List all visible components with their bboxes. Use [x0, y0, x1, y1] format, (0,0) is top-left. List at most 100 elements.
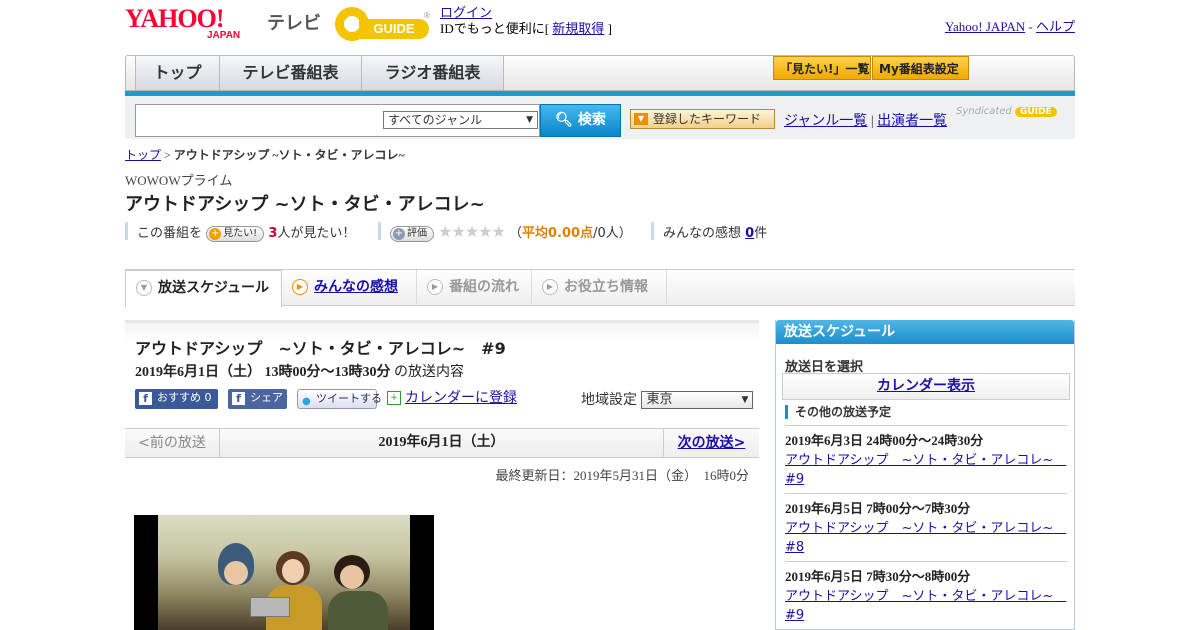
impressions-label: みんなの感想 — [663, 226, 742, 241]
rating-stars: ★★★★★ — [438, 222, 506, 241]
search-button-label: 検索 — [577, 112, 606, 128]
current-broadcast-date: 2019年6月1日（土） — [378, 435, 505, 450]
facebook-recommend-button[interactable]: f おすすめ 0 — [135, 389, 218, 409]
tab-program-flow-label: 番組の流れ — [449, 279, 519, 295]
performer-list-link[interactable]: 出演者一覧 — [877, 114, 947, 129]
breadcrumb-sep: > — [164, 148, 171, 162]
yahoo-logo-text: YAHOO! — [125, 4, 224, 33]
breadcrumb-home[interactable]: トップ — [125, 148, 161, 162]
triangle-down-icon: ▼ — [634, 113, 648, 125]
program-image — [134, 515, 434, 630]
tab-useful-info-label: お役立ち情報 — [564, 279, 648, 295]
schedule-item-date: 2019年6月3日 24時00分～24時30分 — [785, 433, 984, 448]
person-face — [340, 565, 364, 589]
page: YAHOO! JAPAN テレビ GUIDE ® ログイン IDでもっと便利に[… — [125, 0, 1075, 630]
region-select[interactable]: 東京 ▼ — [641, 391, 754, 409]
gguide-logo[interactable]: GUIDE ® — [333, 5, 431, 41]
facebook-icon: f — [139, 392, 152, 405]
top-links: Yahoo! JAPAN - ヘルプ — [945, 16, 1075, 35]
want-area: この番組を + 見たい! 3人が見たい！ — [137, 222, 355, 242]
login-link[interactable]: ログイン — [440, 5, 492, 20]
schedule-item-date: 2019年6月5日 7時30分～8時00分 — [785, 569, 971, 584]
episode-title: アウトドアシップ ~ソト・タビ・アレコレ~ #9 — [135, 339, 506, 358]
schedule-item: 2019年6月5日 7時30分～8時00分 アウトドアシップ ~ソト・タビ・アレ… — [785, 561, 1067, 625]
schedule-item-link[interactable]: アウトドアシップ ~ソト・タビ・アレコレ~ #9 — [785, 587, 1067, 625]
calendar-register[interactable]: + カレンダーに登録 — [387, 389, 517, 409]
gguide-text: GUIDE — [359, 19, 429, 39]
schedule-item-link[interactable]: アウトドアシップ ~ソト・タビ・アレコレ~ #9 — [785, 451, 1067, 489]
camp-stove — [250, 597, 290, 617]
play-icon: ▶ — [292, 279, 308, 295]
registered-keyword-button[interactable]: ▼ 登録したキーワード — [630, 109, 775, 129]
impressions-suffix: 件 — [754, 226, 768, 241]
search-links: ジャンル一覧 | 出演者一覧 — [784, 110, 947, 130]
calendar-display-button[interactable]: カレンダー表示 — [782, 373, 1070, 400]
meta-divider — [651, 222, 654, 240]
syndicated-label: Syndicated — [956, 106, 1012, 117]
breadcrumb-current: アウトドアシップ ~ソト・タビ・アレコレ~ — [173, 148, 405, 162]
schedule-item-link[interactable]: アウトドアシップ ~ソト・タビ・アレコレ~ #8 — [785, 519, 1067, 557]
global-nav: トップ テレビ番組表 ラジオ番組表 「見たい!」一覧 My番組表設定 — [125, 55, 1075, 91]
page-title: アウトドアシップ ~ソト・タビ・アレコレ~ — [125, 194, 485, 215]
tab-schedule[interactable]: ▼ 放送スケジュール — [125, 270, 282, 307]
rate-button[interactable]: + 評価 — [390, 225, 434, 242]
meta-divider — [378, 222, 381, 240]
facebook-share-button[interactable]: f シェア — [228, 389, 287, 409]
episode-datetime-suffix: の放送内容 — [394, 365, 464, 380]
prev-broadcast: <前の放送 — [125, 429, 220, 457]
breadcrumb: トップ > アウトドアシップ ~ソト・タビ・アレコレ~ — [125, 146, 405, 163]
calendar-register-link[interactable]: カレンダーに登録 — [405, 390, 517, 406]
schedule-item: 2019年6月3日 24時00分～24時30分 アウトドアシップ ~ソト・タビ・… — [785, 425, 1067, 489]
gguide-registered: ® — [423, 11, 431, 20]
facebook-icon: f — [232, 392, 245, 405]
person-body — [328, 591, 388, 630]
impressions-count[interactable]: 0 — [745, 226, 754, 241]
syndicated-gguide-logo: Syndicated GUIDE — [956, 106, 1057, 117]
dropdown-arrow-icon: ▼ — [526, 115, 533, 125]
play-icon: ▶ — [542, 279, 558, 295]
calendar-display-link[interactable]: カレンダー表示 — [877, 378, 975, 394]
program-image-scene — [158, 515, 410, 630]
schedule-item: 2019年6月5日 7時00分～7時30分 アウトドアシップ ~ソト・タビ・アレ… — [785, 493, 1067, 557]
sidebar-heading: 放送スケジュール — [776, 320, 1074, 344]
dropdown-arrow-icon: ▼ — [741, 395, 749, 405]
my-schedule-button[interactable]: My番組表設定 — [872, 56, 969, 80]
last-updated: 最終更新日：2019年5月31日（金） 16時0分 — [495, 468, 749, 483]
content-tabs: ▼ 放送スケジュール ▶ みんなの感想 ▶ 番組の流れ ▶ お役立ち情報 — [125, 269, 1075, 307]
login-prompt: IDでもっと便利に[ — [440, 21, 550, 36]
avg-open: （ — [509, 226, 523, 241]
tab-impressions-label[interactable]: みんなの感想 — [314, 279, 398, 295]
nav-tab-top[interactable]: トップ — [135, 56, 220, 90]
nav-tab-radio-schedule[interactable]: ラジオ番組表 — [362, 56, 504, 90]
help-link[interactable]: ヘルプ — [1036, 19, 1075, 34]
this-program-label: この番組を — [137, 226, 203, 241]
twitter-bird-icon: ● — [302, 396, 311, 407]
tab-impressions[interactable]: ▶ みんなの感想 — [282, 270, 417, 306]
episode-datetime-line: 2019年6月1日（土） 13時00分～13時30分 の放送内容 — [135, 361, 464, 381]
want-list-button[interactable]: 「見たい!」一覧 — [773, 56, 871, 80]
tweet-button[interactable]: ● ツイートする — [297, 389, 382, 409]
want-button-label: 見たい! — [223, 227, 258, 239]
plus-icon: + — [393, 227, 405, 240]
calendar-plus-icon: + — [387, 391, 401, 405]
genre-select[interactable]: すべてのジャンル ▼ — [383, 111, 538, 129]
meta-divider — [125, 222, 128, 240]
nav-tab-tv-schedule[interactable]: テレビ番組表 — [220, 56, 362, 90]
search-button[interactable]: 🔍︎ 検索 — [540, 104, 621, 137]
genre-list-link[interactable]: ジャンル一覧 — [784, 114, 867, 129]
signup-link[interactable]: 新規取得 — [552, 21, 604, 36]
region-selected: 東京 — [646, 392, 673, 407]
yahoo-japan-link[interactable]: Yahoo! JAPAN — [945, 19, 1025, 34]
tab-program-flow: ▶ 番組の流れ — [417, 270, 532, 306]
want-button[interactable]: + 見たい! — [206, 225, 265, 242]
rating-area: + 評価 ★★★★★ （平均0.00点/0人） — [390, 222, 632, 242]
program-meta: この番組を + 見たい! 3人が見たい！ + 評価 ★★★★★ （平均0.00点/0… — [125, 220, 1075, 242]
want-count: 3 — [268, 226, 278, 241]
syndicated-brand: GUIDE — [1014, 107, 1057, 117]
yahoo-japan-logo[interactable]: YAHOO! JAPAN テレビ — [125, 4, 321, 42]
top-links-sep: - — [1028, 19, 1033, 34]
avg-score: 平均0.00点 — [522, 226, 594, 241]
want-suffix: 人が見たい！ — [277, 226, 356, 241]
next-broadcast-link[interactable]: 次の放送> — [678, 435, 746, 451]
other-schedule-heading: その他の放送予定 — [785, 405, 891, 419]
